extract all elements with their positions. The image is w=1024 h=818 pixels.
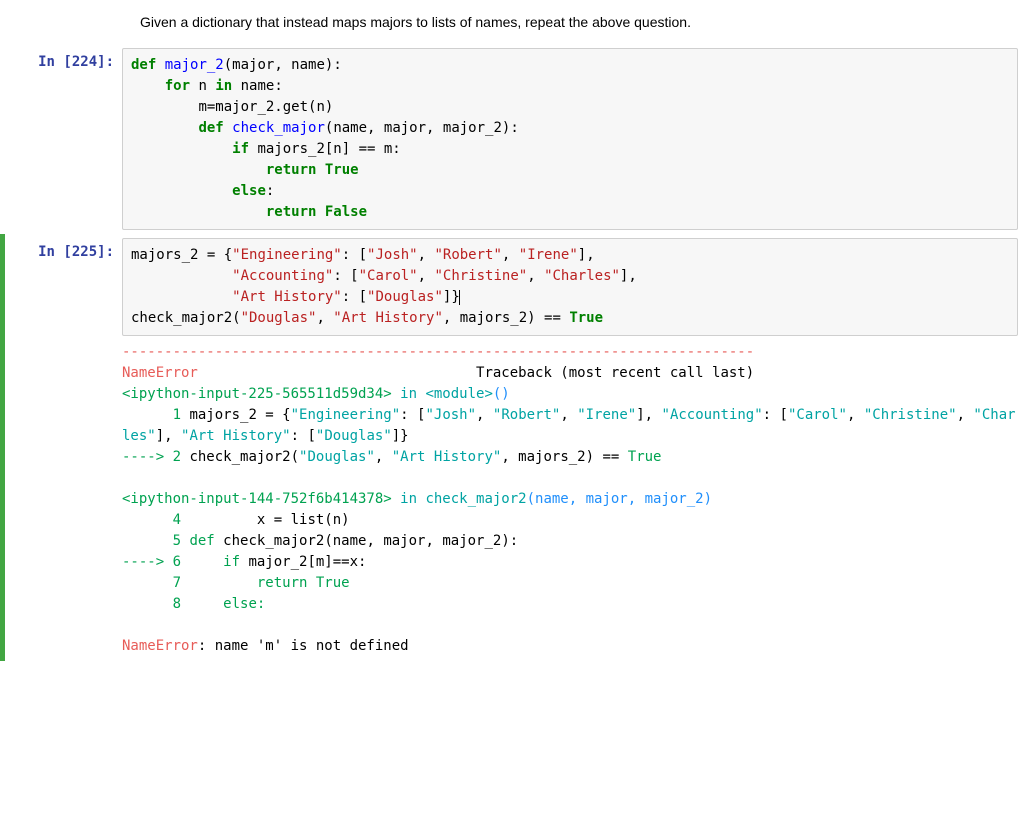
markdown-text: Given a dictionary that instead maps maj… — [140, 14, 691, 30]
prompt-close: ]: — [97, 54, 114, 70]
traceback: ----------------------------------------… — [122, 342, 1018, 657]
code-cell-224: In [224]: def major_2(major, name): for … — [0, 44, 1024, 234]
code-block: majors_2 = {"Engineering": ["Josh", "Rob… — [131, 245, 1009, 329]
text-cursor — [459, 290, 460, 305]
prompt-label: In [ — [38, 244, 72, 260]
prompt-close: ]: — [97, 244, 114, 260]
markdown-cell: Given a dictionary that instead maps maj… — [140, 10, 1004, 44]
input-prompt: In [224]: — [6, 48, 122, 230]
code-input-area[interactable]: majors_2 = {"Engineering": ["Josh", "Rob… — [122, 238, 1018, 336]
input-content: def major_2(major, name): for n in name:… — [122, 48, 1018, 230]
input-prompt: In [225]: — [6, 238, 122, 657]
code-cell-225: In [225]: majors_2 = {"Engineering": ["J… — [6, 234, 1024, 661]
output-area: ----------------------------------------… — [122, 336, 1018, 657]
prompt-number: 225 — [72, 244, 97, 260]
notebook: Given a dictionary that instead maps maj… — [0, 0, 1024, 661]
running-cell-indicator: In [225]: majors_2 = {"Engineering": ["J… — [0, 234, 1024, 661]
input-content: majors_2 = {"Engineering": ["Josh", "Rob… — [122, 238, 1018, 657]
code-block: def major_2(major, name): for n in name:… — [131, 55, 1009, 223]
code-input-area[interactable]: def major_2(major, name): for n in name:… — [122, 48, 1018, 230]
prompt-number: 224 — [72, 54, 97, 70]
prompt-label: In [ — [38, 54, 72, 70]
